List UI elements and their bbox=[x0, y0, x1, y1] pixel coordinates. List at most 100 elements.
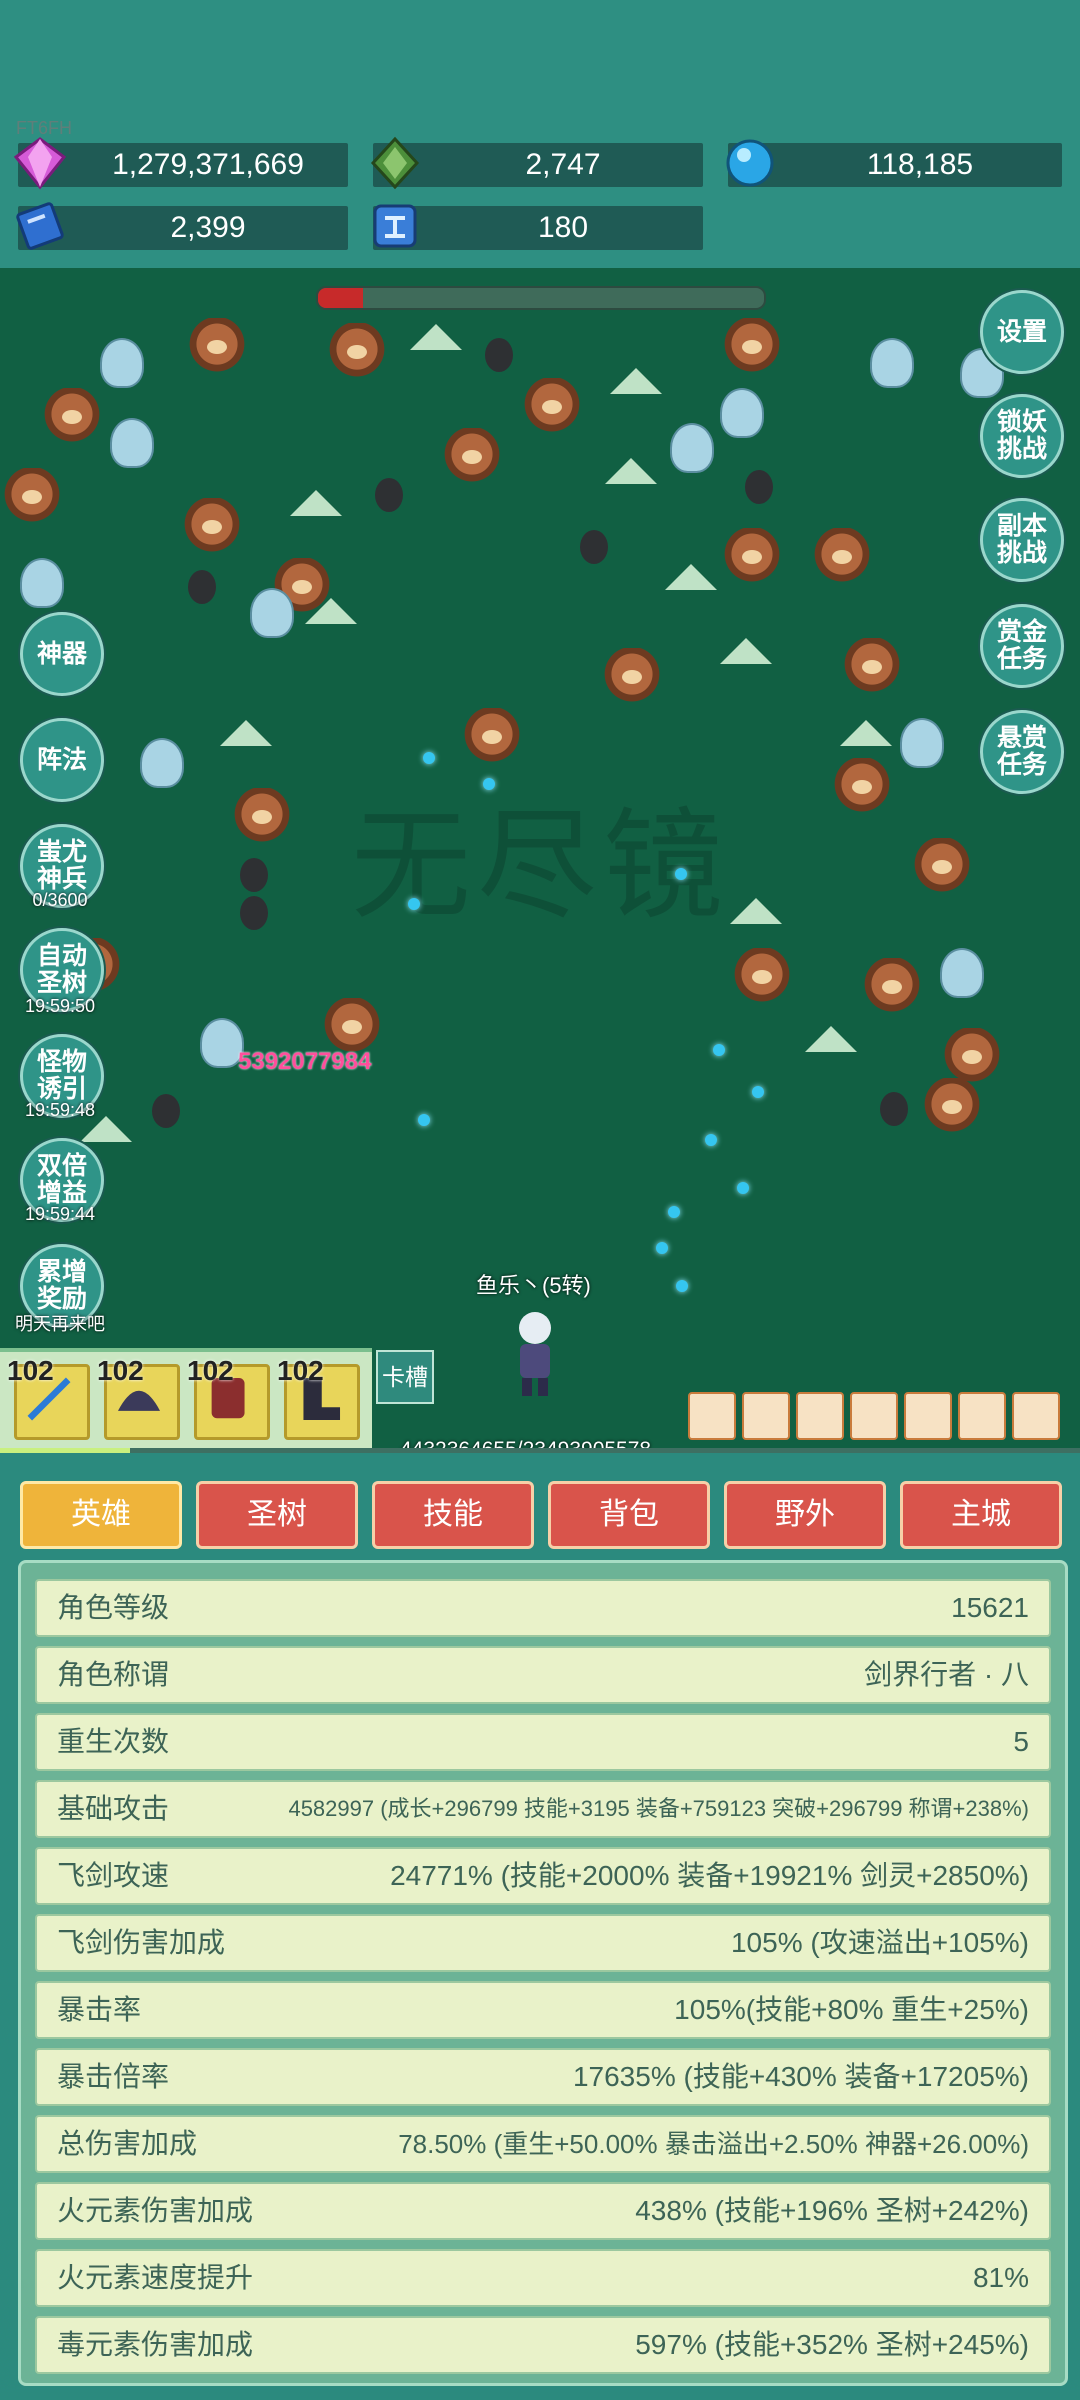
mound-monster bbox=[730, 898, 782, 924]
formation-button[interactable]: 阵法 bbox=[20, 718, 104, 802]
energy-orb bbox=[752, 1086, 764, 1098]
stat-row-poison-damage: 毒元素伤害加成 597% (技能+352% 圣树+245%) bbox=[35, 2316, 1051, 2374]
double-buff-timer: 19:59:44 bbox=[24, 1204, 96, 1224]
ghost-monster bbox=[900, 718, 944, 768]
stat-row-crit-multiplier: 暴击倍率 17635% (技能+430% 装备+17205%) bbox=[35, 2048, 1051, 2106]
stat-value: 17635% (技能+430% 装备+17205%) bbox=[572, 2061, 1029, 2092]
stat-label: 角色称谓 bbox=[57, 1659, 170, 1690]
equip-slot-helmet[interactable]: 102 bbox=[97, 1355, 180, 1440]
mound-monster bbox=[220, 720, 272, 746]
auto-tree-timer: 19:59:50 bbox=[24, 996, 96, 1016]
chiyou-weapon-progress: 0/3600 bbox=[32, 890, 88, 910]
skill-slot[interactable] bbox=[688, 1392, 736, 1440]
damage-number: 5392077984 bbox=[238, 1048, 372, 1075]
stat-label: 总伤害加成 bbox=[57, 2128, 198, 2159]
skill-slot[interactable] bbox=[1012, 1392, 1060, 1440]
rock-monster bbox=[152, 1094, 180, 1128]
boss-hp-bar bbox=[316, 286, 766, 310]
ghost-monster bbox=[940, 948, 984, 998]
skill-slot[interactable] bbox=[904, 1392, 952, 1440]
boar-monster bbox=[720, 528, 784, 586]
boar-monster bbox=[920, 1078, 984, 1136]
boar-monster bbox=[0, 468, 64, 526]
boar-monster bbox=[185, 318, 249, 376]
green-gem-icon bbox=[370, 136, 420, 190]
stat-value: 78.50% (重生+50.00% 暴击溢出+2.50% 神器+26.00%) bbox=[398, 2129, 1029, 2159]
mound-monster bbox=[605, 458, 657, 484]
hero-character bbox=[519, 1312, 551, 1396]
tab-main-city[interactable]: 主城 bbox=[900, 1481, 1062, 1549]
mound-monster bbox=[410, 324, 462, 350]
stat-label: 火元素伤害加成 bbox=[57, 2195, 254, 2226]
currency-bar: FT6FH 1,279,371,669 2,747 118,185 2,399 bbox=[0, 0, 1080, 268]
tab-sacred-tree[interactable]: 圣树 bbox=[196, 1481, 358, 1549]
bounty-task-button[interactable]: 赏金任务 bbox=[980, 604, 1064, 688]
tab-hero[interactable]: 英雄 bbox=[20, 1481, 182, 1549]
mound-monster bbox=[805, 1026, 857, 1052]
card-slot-button[interactable]: 卡槽 bbox=[376, 1350, 434, 1404]
exp-bar bbox=[0, 1448, 1080, 1453]
blue-orb-value: 118,185 bbox=[866, 148, 974, 181]
artifact-button[interactable]: 神器 bbox=[20, 612, 104, 696]
stat-value: 剑界行者 · 八 bbox=[864, 1659, 1029, 1690]
mound-monster bbox=[290, 490, 342, 516]
boar-monster bbox=[830, 758, 894, 816]
boar-monster bbox=[325, 323, 389, 381]
equip-slot-armor[interactable]: 102 bbox=[187, 1355, 270, 1440]
stat-value: 5 bbox=[1013, 1726, 1029, 1757]
stat-row-crit-rate: 暴击率 105%(技能+80% 重生+25%) bbox=[35, 1981, 1051, 2039]
dungeon-challenge-button[interactable]: 副本挑战 bbox=[980, 498, 1064, 582]
green-gem-counter: 2,747 bbox=[370, 136, 703, 190]
ghost-monster bbox=[720, 388, 764, 438]
equipment-bar: 102 102 102 102 bbox=[0, 1348, 372, 1452]
ghost-monster bbox=[140, 738, 184, 788]
hero-stats-panel[interactable]: 角色等级 15621 角色称谓 剑界行者 · 八 重生次数 5 基础攻击 458… bbox=[18, 1560, 1068, 2386]
equip-level: 102 bbox=[7, 1355, 54, 1386]
equip-level: 102 bbox=[187, 1355, 234, 1386]
stat-label: 基础攻击 bbox=[57, 1793, 170, 1824]
stat-value: 15621 bbox=[951, 1592, 1029, 1623]
tab-skills[interactable]: 技能 bbox=[372, 1481, 534, 1549]
stat-value: 81% bbox=[972, 2262, 1029, 2293]
mound-monster bbox=[720, 638, 772, 664]
mound-monster bbox=[610, 368, 662, 394]
equip-level: 102 bbox=[277, 1355, 324, 1386]
mound-monster bbox=[840, 720, 892, 746]
blue-orb-counter: 118,185 bbox=[726, 139, 1062, 187]
boar-monster bbox=[840, 638, 904, 696]
reward-task-button[interactable]: 悬赏任务 bbox=[980, 710, 1064, 794]
equip-slot-sword[interactable]: 102 bbox=[7, 1355, 90, 1440]
skill-slot[interactable] bbox=[958, 1392, 1006, 1440]
boar-monster bbox=[460, 708, 524, 766]
mound-monster bbox=[305, 598, 357, 624]
skill-slot[interactable] bbox=[742, 1392, 790, 1440]
accumulated-reward-status: 明天再来吧 bbox=[15, 1314, 105, 1334]
stat-label: 暴击率 bbox=[57, 1994, 142, 2025]
boar-monster bbox=[180, 498, 244, 556]
tab-backpack[interactable]: 背包 bbox=[548, 1481, 710, 1549]
boar-monster bbox=[730, 948, 794, 1006]
mound-monster bbox=[665, 564, 717, 590]
tab-wild[interactable]: 野外 bbox=[724, 1481, 886, 1549]
stat-value: 438% (技能+196% 圣树+242%) bbox=[635, 2195, 1029, 2226]
ghost-monster bbox=[250, 588, 294, 638]
blue-rune-icon bbox=[373, 204, 417, 248]
monster-lure-timer: 19:59:48 bbox=[24, 1100, 96, 1120]
stat-row-title: 角色称谓 剑界行者 · 八 bbox=[35, 1646, 1051, 1704]
stat-row-total-damage: 总伤害加成 78.50% (重生+50.00% 暴击溢出+2.50% 神器+26… bbox=[35, 2115, 1051, 2173]
energy-orb bbox=[656, 1242, 668, 1254]
rune-counter: 180 bbox=[373, 204, 703, 250]
settings-button[interactable]: 设置 bbox=[980, 290, 1064, 374]
skill-slot[interactable] bbox=[796, 1392, 844, 1440]
boar-monster bbox=[600, 648, 664, 706]
battlefield[interactable]: 无尽镜 神器 阵法 蚩尤神兵 0/3600 自动圣树 19:59:50 怪物诱引… bbox=[0, 268, 1080, 1453]
stat-row-sword-speed: 飞剑攻速 24771% (技能+2000% 装备+19921% 剑灵+2850%… bbox=[35, 1847, 1051, 1905]
energy-orb bbox=[737, 1182, 749, 1194]
skill-slot[interactable] bbox=[850, 1392, 898, 1440]
boar-monster bbox=[720, 318, 784, 376]
rock-monster bbox=[880, 1092, 908, 1126]
demon-lock-challenge-button[interactable]: 锁妖挑战 bbox=[980, 394, 1064, 478]
energy-orb bbox=[408, 898, 420, 910]
equip-slot-boots[interactable]: 102 bbox=[277, 1355, 360, 1440]
stat-value: 105%(技能+80% 重生+25%) bbox=[674, 1994, 1029, 2025]
